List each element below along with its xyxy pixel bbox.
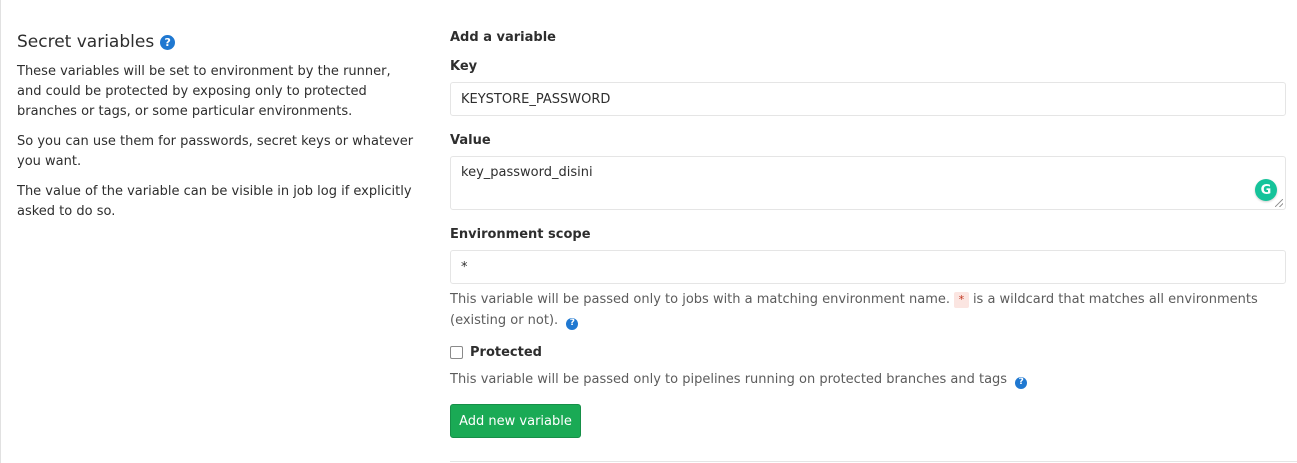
section-description: Secret variables ? These variables will … — [17, 30, 417, 222]
form-heading: Add a variable — [450, 30, 556, 45]
key-input-value: KEYSTORE_PASSWORD — [461, 91, 611, 107]
page-left-border — [0, 0, 1, 463]
key-input[interactable]: KEYSTORE_PASSWORD — [450, 82, 1286, 116]
environment-scope-help: This variable will be passed only to job… — [450, 289, 1290, 331]
protected-help-text: This variable will be passed only to pip… — [450, 372, 1008, 387]
bottom-divider — [450, 461, 1297, 462]
section-title: Secret variables ? — [17, 30, 417, 54]
environment-scope-help-before: This variable will be passed only to job… — [450, 292, 951, 307]
wildcard-code: * — [954, 292, 969, 308]
protected-label[interactable]: Protected — [470, 345, 542, 360]
protected-row: Protected — [450, 345, 542, 360]
description-paragraph-2: So you can use them for passwords, secre… — [17, 134, 414, 169]
resize-handle-icon[interactable] — [1275, 199, 1283, 207]
description-paragraph-3: The value of the variable can be visible… — [17, 184, 412, 219]
question-circle-icon[interactable]: ? — [566, 317, 579, 330]
environment-scope-label: Environment scope — [450, 227, 591, 242]
key-label: Key — [450, 59, 478, 74]
value-textarea[interactable]: key_password_disini G — [450, 156, 1286, 210]
value-label: Value — [450, 133, 491, 148]
environment-scope-value: * — [461, 259, 468, 275]
protected-checkbox[interactable] — [450, 346, 463, 359]
description-paragraph-1: These variables will be set to environme… — [17, 64, 391, 119]
section-title-text: Secret variables — [17, 32, 155, 52]
add-new-variable-button[interactable]: Add new variable — [450, 404, 581, 438]
value-textarea-value: key_password_disini — [461, 165, 593, 180]
question-circle-icon[interactable]: ? — [1015, 376, 1028, 389]
question-circle-icon[interactable]: ? — [160, 34, 176, 50]
environment-scope-input[interactable]: * — [450, 250, 1286, 284]
protected-help: This variable will be passed only to pip… — [450, 369, 1290, 390]
grammarly-icon[interactable]: G — [1255, 179, 1277, 201]
